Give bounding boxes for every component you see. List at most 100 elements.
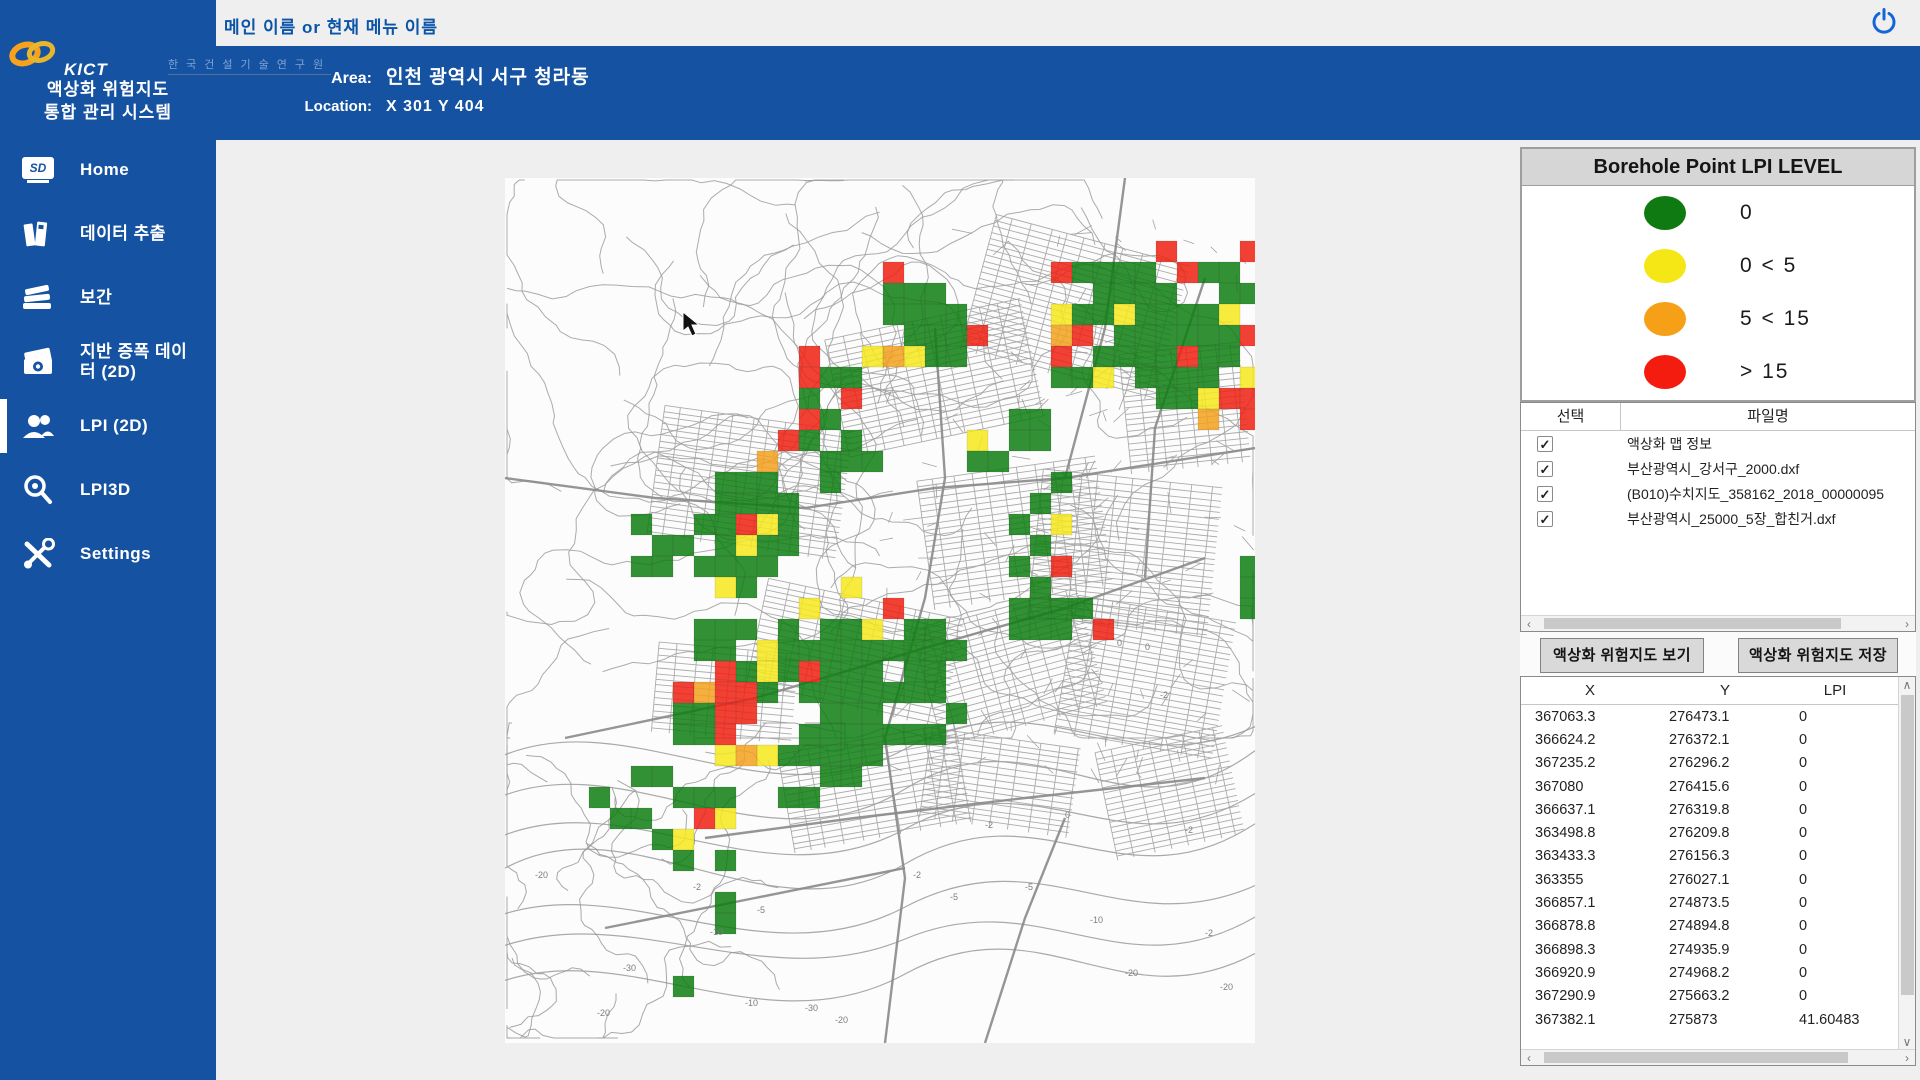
map-cell	[799, 430, 820, 451]
file-checkbox[interactable]: ✓	[1537, 436, 1553, 452]
table-row[interactable]: 366857.1274873.50	[1521, 891, 1898, 914]
table-row[interactable]: 363433.3276156.30	[1521, 845, 1898, 868]
legend-item: > 15	[1522, 345, 1914, 398]
save-hazard-map-button[interactable]: 액상화 위험지도 저장	[1738, 638, 1898, 673]
map-cell	[1156, 304, 1177, 325]
map-cell	[1009, 430, 1030, 451]
map-cell	[1030, 619, 1051, 640]
sidebar-item-home[interactable]: SDHome	[0, 138, 216, 202]
map-cell	[799, 661, 820, 682]
map-cell	[757, 472, 778, 493]
sidebar-item-data-extract[interactable]: 데이터 추출	[0, 202, 216, 266]
map-cell	[1051, 346, 1072, 367]
table-row[interactable]: 366624.2276372.10	[1521, 728, 1898, 751]
scroll-up-icon[interactable]: ∧	[1899, 677, 1915, 693]
col-y: Y	[1659, 677, 1791, 704]
legend-title: Borehole Point LPI LEVEL	[1522, 149, 1914, 186]
map-cell	[1156, 346, 1177, 367]
file-name: (B010)수치지도_358162_2018_00000095	[1627, 484, 1884, 504]
map-cell	[820, 640, 841, 661]
table-row[interactable]: 367540.1276212.138.86077	[1521, 1031, 1898, 1034]
cell-lpi: 0	[1791, 709, 1879, 725]
table-row[interactable]: 366920.9274968.20	[1521, 961, 1898, 984]
legend-color-dot	[1644, 249, 1686, 283]
sidebar-item-ground-amp-2d[interactable]: 지반 증폭 데이터 (2D)	[0, 330, 216, 394]
scroll-right-icon[interactable]: ›	[1899, 616, 1915, 632]
map-cell	[1177, 325, 1198, 346]
cell-y: 274935.9	[1659, 942, 1791, 958]
map-view[interactable]: -20-30-20-30-10-2-5-10-20-2-5-10-20-2-2-…	[505, 178, 1255, 1043]
map-cell	[757, 514, 778, 535]
file-row[interactable]: ✓부산광역시_강서구_2000.dxf	[1521, 456, 1915, 481]
map-cell	[925, 283, 946, 304]
map-cell	[1072, 325, 1093, 346]
data-table-vscrollbar[interactable]: ∧ ∨	[1898, 677, 1915, 1050]
data-table-hscrollbar[interactable]: ‹ ›	[1521, 1049, 1915, 1065]
sidebar-item-lpi-2d[interactable]: LPI (2D)	[0, 394, 216, 458]
map-cell	[904, 304, 925, 325]
map-cell	[778, 640, 799, 661]
scroll-left-icon[interactable]: ‹	[1521, 616, 1537, 632]
location-label: Location:	[216, 98, 372, 115]
scroll-left-icon[interactable]: ‹	[1521, 1050, 1537, 1066]
map-cell	[1135, 325, 1156, 346]
map-cell	[1198, 262, 1219, 283]
table-row[interactable]: 367235.2276296.20	[1521, 752, 1898, 775]
file-row[interactable]: ✓액상화 맵 정보	[1521, 431, 1915, 456]
map-cell	[904, 283, 925, 304]
map-cell	[799, 787, 820, 808]
map-cell	[820, 367, 841, 388]
sidebar-item-interpolation[interactable]: 보간	[0, 266, 216, 330]
map-cell	[883, 598, 904, 619]
table-row[interactable]: 366878.8274894.80	[1521, 915, 1898, 938]
file-checkbox[interactable]: ✓	[1537, 486, 1553, 502]
cell-y: 275663.2	[1659, 988, 1791, 1004]
file-row[interactable]: ✓부산광역시_25000_5장_합친거.dxf	[1521, 506, 1915, 531]
table-row[interactable]: 366898.3274935.90	[1521, 938, 1898, 961]
map-cell	[841, 640, 862, 661]
cell-x: 363433.3	[1521, 848, 1659, 864]
sidebar-item-label: LPI3D	[80, 480, 198, 500]
svg-text:SD: SD	[30, 161, 47, 175]
map-cell	[1072, 262, 1093, 283]
scroll-down-icon[interactable]: ∨	[1899, 1034, 1915, 1050]
map-cell	[715, 703, 736, 724]
file-list-hscrollbar[interactable]: ‹ ›	[1521, 615, 1915, 631]
scroll-right-icon[interactable]: ›	[1899, 1050, 1915, 1066]
cell-lpi: 0	[1791, 918, 1879, 934]
cell-lpi: 0	[1791, 779, 1879, 795]
table-row[interactable]: 367080276415.60	[1521, 775, 1898, 798]
map-cell	[904, 661, 925, 682]
map-cell	[925, 661, 946, 682]
map-cell	[757, 451, 778, 472]
map-cell	[1093, 304, 1114, 325]
legend-item: 0	[1522, 186, 1914, 239]
table-row[interactable]: 366637.1276319.80	[1521, 798, 1898, 821]
map-cell	[1051, 514, 1072, 535]
contour-depth-label: -5	[1025, 882, 1033, 892]
map-cell	[1135, 367, 1156, 388]
file-checkbox[interactable]: ✓	[1537, 511, 1553, 527]
map-cell	[862, 640, 883, 661]
table-row[interactable]: 367063.3276473.10	[1521, 705, 1898, 728]
table-row[interactable]: 367382.127587341.60483	[1521, 1008, 1898, 1031]
table-row[interactable]: 367290.9275663.20	[1521, 985, 1898, 1008]
map-cell	[799, 745, 820, 766]
file-row[interactable]: ✓ (B010)수치지도_358162_2018_00000095	[1521, 481, 1915, 506]
map-cell	[946, 346, 967, 367]
map-cell	[1114, 346, 1135, 367]
table-row[interactable]: 363355276027.10	[1521, 868, 1898, 891]
map-cell	[694, 514, 715, 535]
sidebar-item-lpi3d[interactable]: LPI3D	[0, 458, 216, 522]
map-cell	[715, 808, 736, 829]
map-cell	[841, 430, 862, 451]
map-cell	[967, 430, 988, 451]
map-cell	[1030, 598, 1051, 619]
table-row[interactable]: 363498.8276209.80	[1521, 821, 1898, 844]
file-checkbox[interactable]: ✓	[1537, 461, 1553, 477]
view-hazard-map-button[interactable]: 액상화 위험지도 보기	[1540, 638, 1704, 673]
sidebar-item-settings[interactable]: Settings	[0, 522, 216, 586]
map-cell	[715, 661, 736, 682]
map-cell	[841, 367, 862, 388]
power-icon[interactable]	[1870, 8, 1898, 36]
